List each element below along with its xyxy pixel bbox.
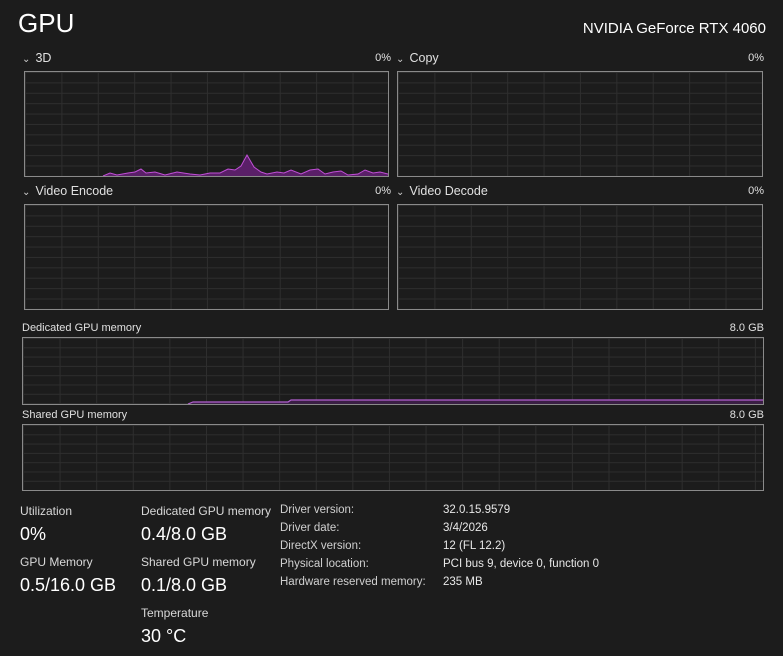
shared-memory-label: Shared GPU memory (141, 555, 256, 569)
engine-value-video-encode: 0% (375, 185, 391, 197)
graph-3d-plot (102, 153, 388, 176)
directx-version-value: 12 (FL 12.2) (443, 540, 506, 552)
dedicated-memory-value: 0.4/8.0 GB (141, 524, 228, 544)
page-title: GPU (18, 8, 75, 38)
chevron-down-icon: ⌄ (22, 187, 31, 198)
chevron-down-icon: ⌄ (22, 54, 31, 65)
driver-date-key: Driver date: (280, 522, 340, 534)
directx-version-key: DirectX version: (280, 540, 362, 552)
graph-dedicated-memory-plot (187, 399, 763, 404)
engine-selector-video-encode[interactable]: ⌄ Video Encode (22, 184, 113, 198)
dedicated-memory-graph-value: 8.0 GB (729, 322, 764, 334)
engine-value-video-decode: 0% (748, 185, 764, 197)
temperature-label: Temperature (141, 606, 209, 620)
graph-copy (397, 71, 763, 177)
dedicated-memory-label: Dedicated GPU memory (141, 504, 272, 518)
gpu-memory-value: 0.5/16.0 GB (20, 575, 117, 595)
graph-shared-memory (22, 424, 764, 491)
driver-version-key: Driver version: (280, 504, 355, 516)
engine-label-video-encode: Video Encode (35, 184, 114, 198)
graph-video-encode (24, 204, 389, 310)
graph-video-decode (397, 204, 763, 310)
graph-dedicated-memory (22, 337, 764, 405)
shared-memory-graph-label: Shared GPU memory (22, 409, 128, 421)
utilization-value: 0% (20, 524, 47, 544)
physical-location-value: PCI bus 9, device 0, function 0 (443, 558, 599, 570)
gpu-model-name: NVIDIA GeForce RTX 4060 (582, 20, 766, 37)
engine-value-copy: 0% (748, 52, 764, 64)
physical-location-key: Physical location: (280, 558, 369, 570)
engine-selector-video-decode[interactable]: ⌄ Video Decode (396, 184, 488, 198)
driver-date-value: 3/4/2026 (443, 522, 488, 534)
temperature-value: 30 °C (141, 626, 187, 646)
engine-selector-3d[interactable]: ⌄ 3D (22, 51, 51, 65)
graph-3d (24, 71, 389, 177)
engine-label-copy: Copy (409, 51, 439, 65)
chevron-down-icon: ⌄ (396, 187, 405, 198)
driver-version-value: 32.0.15.9579 (443, 504, 511, 516)
utilization-label: Utilization (20, 504, 73, 518)
gpu-memory-label: GPU Memory (20, 555, 93, 569)
engine-value-3d: 0% (375, 52, 391, 64)
engine-label-video-decode: Video Decode (409, 184, 488, 198)
shared-memory-graph-value: 8.0 GB (729, 409, 764, 421)
shared-memory-value: 0.1/8.0 GB (141, 575, 228, 595)
dedicated-memory-graph-label: Dedicated GPU memory (22, 322, 142, 334)
chevron-down-icon: ⌄ (396, 54, 405, 65)
hardware-reserved-memory-value: 235 MB (443, 576, 483, 588)
hardware-reserved-memory-key: Hardware reserved memory: (280, 576, 426, 588)
engine-selector-copy[interactable]: ⌄ Copy (396, 51, 439, 65)
engine-label-3d: 3D (35, 51, 52, 65)
